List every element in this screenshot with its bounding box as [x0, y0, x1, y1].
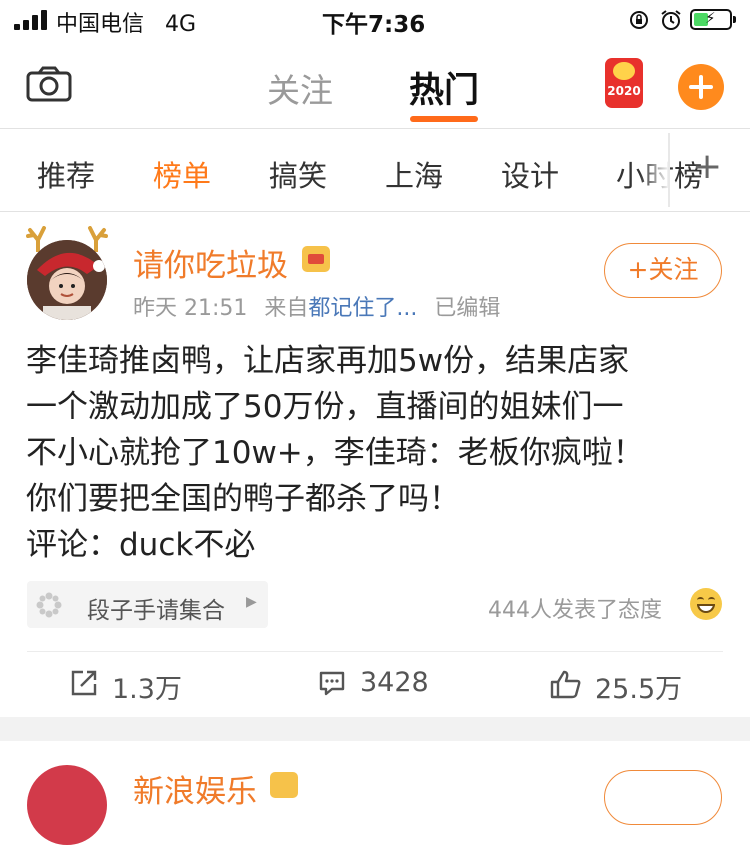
top-nav: 关注 热门 2020 [0, 40, 750, 128]
comment-count: 3428 [360, 667, 429, 698]
red-packet-year: 2020 [607, 84, 641, 98]
network-type: 4G [165, 12, 197, 37]
like-count: 25.5万 [595, 674, 683, 705]
tab-hot[interactable]: 热门 [409, 62, 479, 113]
active-tab-indicator [410, 116, 478, 122]
status-time: 下午7:36 [322, 12, 426, 38]
post-meta: 昨天 21:51 来自都记住了... 已编辑 [133, 290, 500, 322]
alarm-icon [660, 9, 682, 31]
signal-icon [14, 10, 48, 30]
tab-follow[interactable]: 关注 [267, 64, 333, 112]
post-text-line: 评论：duck不必 [26, 527, 256, 563]
compose-button[interactable] [678, 64, 724, 110]
channel-shanghai[interactable]: 上海 [385, 153, 443, 195]
post-text: 李佳琦推卤鸭，让店家再加5w份，结果店家 一个激动加成了50万份，直播间的姐妹们… [26, 338, 726, 568]
channel-funny[interactable]: 搞笑 [269, 153, 327, 195]
chevron-right-icon: ▶ [246, 594, 257, 610]
rotation-lock-icon [628, 9, 650, 31]
topic-label: 段子手请集合 [87, 598, 225, 624]
like-icon [550, 670, 581, 699]
channel-recommend[interactable]: 推荐 [37, 153, 95, 195]
edited-label: 已编辑 [434, 296, 501, 321]
channel-bar: 推荐 榜单 搞笑 上海 设计 小时榜 + [0, 129, 750, 211]
laughing-emoji-icon [690, 588, 722, 620]
channel-ranking[interactable]: 榜单 [153, 153, 211, 195]
channel-design[interactable]: 设计 [501, 153, 559, 195]
avatar[interactable] [27, 240, 107, 320]
topic-icon [36, 592, 62, 618]
follow-button[interactable]: +关注 [604, 243, 722, 298]
status-bar: 中国电信 4G 下午7:36 ⚡ [0, 0, 750, 40]
divider [0, 211, 750, 212]
add-channel-icon[interactable]: + [692, 149, 722, 185]
comment-icon [319, 671, 345, 696]
source-prefix: 来自 [264, 296, 309, 321]
carrier-network: 中国电信 4G [56, 6, 196, 38]
post-text-line: 一个激动加成了50万份，直播间的姐妹们一 [26, 389, 624, 425]
repost-icon [71, 670, 97, 696]
feed-separator [0, 717, 750, 741]
channel-fade [640, 129, 670, 211]
next-post-avatar[interactable] [27, 765, 107, 845]
battery-icon: ⚡ [690, 9, 736, 30]
repost-count: 1.3万 [112, 674, 182, 705]
next-follow-button[interactable] [604, 770, 722, 825]
post-source-link[interactable]: 都记住了... [308, 296, 417, 321]
red-packet-icon[interactable]: 2020 [605, 58, 643, 108]
reactions-summary[interactable]: 444人发表了态度 [488, 592, 662, 624]
divider [27, 651, 723, 652]
camera-icon[interactable] [26, 66, 72, 102]
post-text-line: 你们要把全国的鸭子都杀了吗！ [26, 481, 460, 517]
next-post-username[interactable]: 新浪娱乐 [133, 766, 257, 811]
vip-crown-icon [302, 246, 330, 272]
post-time: 昨天 21:51 [133, 296, 248, 321]
post-text-line: 不小心就抢了10w+，李佳琦：老板你疯啦！ [26, 435, 644, 471]
topic-card[interactable]: 段子手请集合 ▶ [27, 581, 268, 628]
carrier-name: 中国电信 [56, 12, 145, 37]
post-text-line: 李佳琦推卤鸭，让店家再加5w份，结果店家 [26, 343, 630, 379]
post-username[interactable]: 请你吃垃圾 [133, 240, 288, 285]
vip-crown-icon [270, 772, 298, 798]
channel-separator [668, 133, 670, 207]
